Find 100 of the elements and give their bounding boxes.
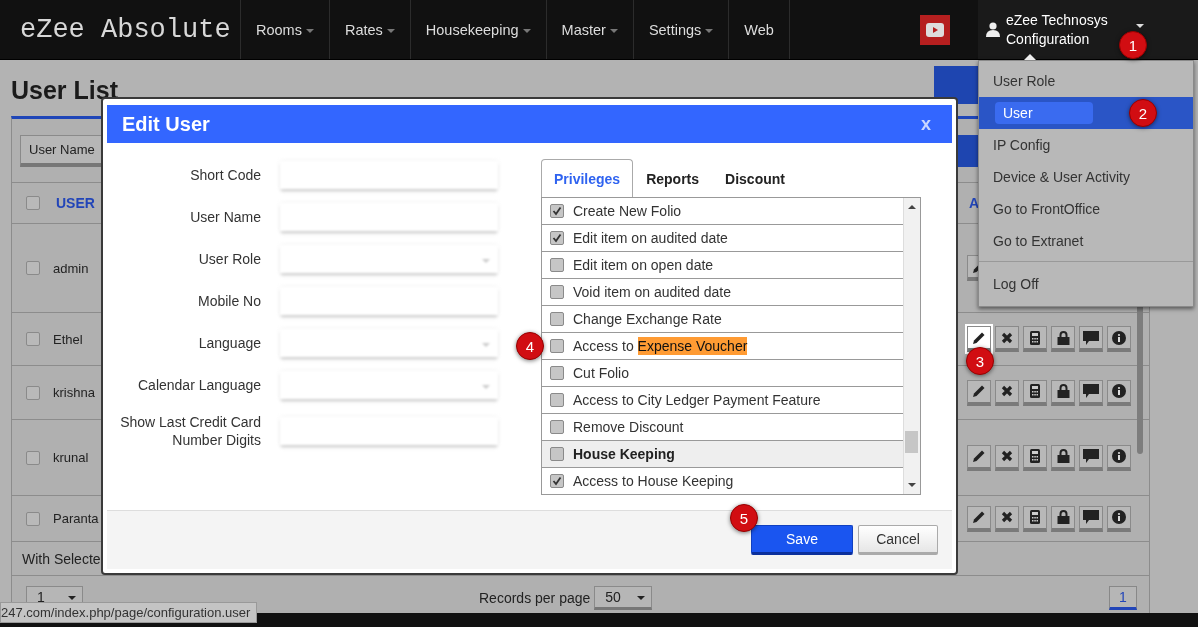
- comment-button[interactable]: [1079, 379, 1103, 406]
- nav-menu[interactable]: Web: [728, 0, 790, 59]
- step-badge: 3: [966, 347, 994, 375]
- privilege-label: Change Exchange Rate: [573, 311, 722, 327]
- menu-item[interactable]: Go to FrontOffice: [979, 193, 1193, 225]
- nav-menu[interactable]: Master: [545, 0, 633, 59]
- checkbox[interactable]: [550, 258, 564, 272]
- nav-menu[interactable]: Settings: [632, 0, 729, 59]
- field-label: Short Code: [189, 166, 261, 184]
- records-select[interactable]: 50: [594, 585, 653, 610]
- privilege-label: Edit item on audited date: [573, 230, 728, 246]
- checkbox[interactable]: [26, 385, 40, 400]
- scrollbar[interactable]: [903, 198, 920, 494]
- calculator-button[interactable]: [1023, 505, 1047, 532]
- menu-item[interactable]: Device & User Activity: [979, 161, 1193, 193]
- info-icon: [1112, 384, 1126, 398]
- delete-button[interactable]: [995, 444, 1019, 471]
- bulk-action-label: With Selecte: [22, 550, 101, 567]
- checkbox[interactable]: [550, 339, 564, 353]
- lock-button[interactable]: [1051, 444, 1075, 471]
- page-link[interactable]: 1: [1109, 585, 1137, 610]
- checkbox[interactable]: [550, 204, 564, 218]
- save-button[interactable]: Save: [751, 525, 853, 555]
- input-field[interactable]: [280, 161, 498, 189]
- lock-button[interactable]: [1051, 379, 1075, 406]
- pencil-icon: [972, 384, 986, 398]
- column-header[interactable]: A: [968, 195, 979, 211]
- checkbox[interactable]: [550, 420, 564, 434]
- user-icon: [986, 22, 1000, 37]
- tab[interactable]: Reports: [633, 159, 713, 197]
- comment-button[interactable]: [1079, 326, 1103, 352]
- edit-button[interactable]: [967, 444, 991, 471]
- checkbox[interactable]: [550, 447, 564, 461]
- info-icon: [1112, 510, 1126, 524]
- step-badge: 2: [1129, 99, 1157, 127]
- checkbox[interactable]: [26, 450, 40, 465]
- tab[interactable]: Discount: [712, 159, 798, 197]
- calculator-icon: [1030, 510, 1040, 524]
- field-label: Calendar Language: [137, 376, 261, 394]
- filter-button[interactable]: User Name: [20, 134, 104, 167]
- checkbox[interactable]: [550, 366, 564, 380]
- privilege-label: Access to House Keeping: [573, 473, 734, 489]
- checkbox[interactable]: [550, 393, 564, 407]
- checkbox[interactable]: [550, 312, 564, 326]
- edit-button[interactable]: [967, 326, 991, 352]
- step-badge: 5: [730, 504, 758, 532]
- lock-button[interactable]: [1051, 505, 1075, 532]
- checkbox[interactable]: [550, 474, 564, 488]
- step-badge: 4: [516, 332, 544, 360]
- info-button[interactable]: [1107, 444, 1131, 471]
- close-icon: [1001, 331, 1013, 344]
- lock-icon: [1056, 384, 1070, 398]
- edit-button[interactable]: [967, 379, 991, 406]
- lock-icon: [1056, 510, 1070, 524]
- tab[interactable]: Privileges: [541, 159, 634, 197]
- info-icon: [1112, 330, 1126, 345]
- calculator-button[interactable]: [1023, 326, 1047, 352]
- comment-icon: [1083, 330, 1099, 345]
- comment-button[interactable]: [1079, 505, 1103, 532]
- menu-item[interactable]: User Role: [979, 65, 1193, 97]
- delete-button[interactable]: [995, 505, 1019, 532]
- lock-icon: [1056, 330, 1070, 345]
- select-field[interactable]: [280, 329, 498, 357]
- video-icon[interactable]: [920, 14, 950, 45]
- checkbox[interactable]: [550, 285, 564, 299]
- info-button[interactable]: [1107, 505, 1131, 532]
- info-button[interactable]: [1107, 326, 1131, 352]
- checkbox[interactable]: [26, 261, 40, 275]
- checkbox[interactable]: [26, 511, 40, 526]
- user-role: Configuration: [1006, 29, 1091, 49]
- cancel-button[interactable]: Cancel: [858, 525, 938, 555]
- menu-item[interactable]: Go to Extranet: [979, 225, 1193, 257]
- checkbox[interactable]: [550, 231, 564, 245]
- nav-menu[interactable]: Housekeeping: [409, 0, 546, 59]
- select-field[interactable]: [280, 245, 498, 273]
- delete-button[interactable]: [995, 326, 1019, 352]
- input-field[interactable]: [280, 203, 498, 231]
- menu-item[interactable]: User 2: [979, 97, 1193, 129]
- edit-button[interactable]: [967, 505, 991, 532]
- checkbox[interactable]: [26, 196, 40, 210]
- menu-item[interactable]: Log Off: [979, 268, 1193, 300]
- privilege-label: Remove Discount: [573, 419, 684, 435]
- lock-button[interactable]: [1051, 326, 1075, 352]
- column-header[interactable]: USER: [56, 195, 95, 211]
- nav-menu[interactable]: Rates: [328, 0, 410, 59]
- select-field[interactable]: [280, 371, 498, 399]
- checkbox[interactable]: [26, 332, 40, 346]
- info-button[interactable]: [1107, 379, 1131, 406]
- calculator-button[interactable]: [1023, 444, 1047, 471]
- calculator-icon: [1030, 384, 1040, 398]
- input-field[interactable]: [280, 287, 498, 315]
- comment-button[interactable]: [1079, 444, 1103, 471]
- nav-menu[interactable]: Rooms: [240, 0, 329, 59]
- calculator-button[interactable]: [1023, 379, 1047, 406]
- menu-item[interactable]: IP Config: [979, 129, 1193, 161]
- app-logo[interactable]: eZee Absolute: [0, 0, 240, 59]
- input-field[interactable]: [280, 417, 498, 445]
- delete-button[interactable]: [995, 379, 1019, 406]
- field-label: Mobile No: [196, 292, 261, 310]
- field-label: Language: [197, 334, 261, 352]
